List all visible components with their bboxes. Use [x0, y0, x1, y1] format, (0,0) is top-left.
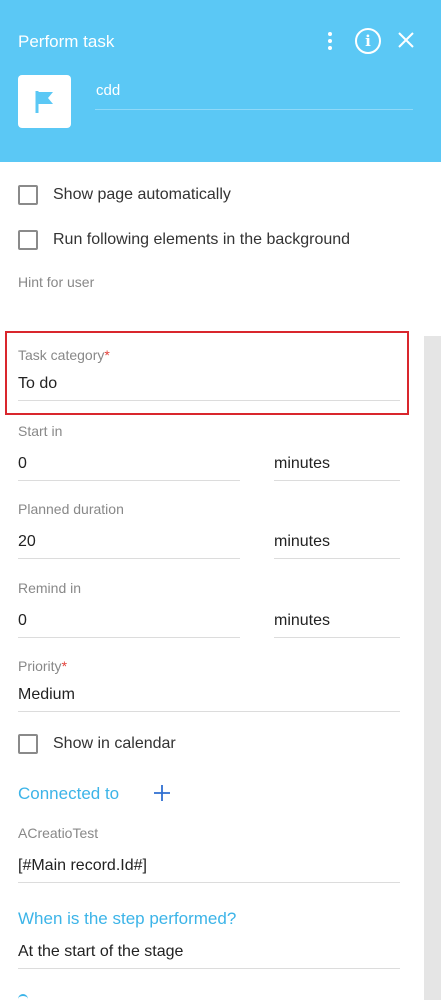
- scrollbar[interactable]: [424, 336, 441, 1000]
- required-mark: *: [61, 658, 68, 674]
- task-category-underline: [18, 400, 400, 401]
- task-category-label: Task category*: [18, 347, 110, 363]
- show-page-auto-checkbox[interactable]: [18, 185, 38, 205]
- priority-label-text: Priority: [18, 658, 62, 674]
- step-performed-heading: When is the step performed?: [18, 909, 237, 928]
- connected-to-heading[interactable]: Connected to: [18, 784, 119, 804]
- show-in-calendar-label: Show in calendar: [53, 735, 176, 752]
- run-background-label: Run following elements in the background: [53, 231, 351, 248]
- connected-field-value[interactable]: [#Main record.Id#]: [18, 857, 147, 875]
- task-category-highlight: [5, 331, 409, 415]
- start-in-label: Start in: [18, 423, 63, 439]
- remind-in-unit-underline: [274, 637, 400, 638]
- task-category-value[interactable]: To do: [18, 375, 57, 393]
- connected-field-underline: [18, 882, 400, 883]
- show-in-calendar-checkbox[interactable]: [18, 734, 38, 754]
- add-connection-icon[interactable]: [152, 783, 172, 803]
- priority-underline: [18, 711, 400, 712]
- more-menu-icon[interactable]: [320, 28, 340, 54]
- planned-duration-underline: [18, 558, 240, 559]
- priority-label: Priority*: [18, 658, 67, 674]
- remind-in-label: Remind in: [18, 580, 82, 596]
- start-in-unit[interactable]: minutes: [274, 455, 330, 473]
- step-performed-underline: [18, 968, 400, 969]
- page-title: Perform task: [18, 32, 115, 51]
- planned-duration-unit[interactable]: minutes: [274, 533, 330, 551]
- step-performed-value[interactable]: At the start of the stage: [18, 943, 183, 961]
- run-background-option[interactable]: Run following elements in the background: [18, 230, 350, 250]
- start-in-unit-underline: [274, 480, 400, 481]
- header-panel: Perform task i cdd: [0, 0, 441, 162]
- task-name-field[interactable]: cdd: [95, 82, 413, 110]
- start-in-input[interactable]: 0: [18, 455, 27, 473]
- remind-in-input[interactable]: 0: [18, 612, 27, 630]
- show-page-auto-label: Show page automatically: [53, 186, 231, 203]
- next-heading-fragment: [18, 994, 28, 1000]
- hint-input[interactable]: [18, 314, 400, 315]
- priority-value[interactable]: Medium: [18, 686, 75, 704]
- planned-duration-unit-underline: [274, 558, 400, 559]
- required-mark: *: [104, 347, 110, 363]
- remind-in-underline: [18, 637, 240, 638]
- info-icon[interactable]: i: [355, 28, 381, 54]
- start-in-underline: [18, 480, 240, 481]
- flag-icon: [18, 75, 71, 128]
- hint-label: Hint for user: [18, 274, 95, 290]
- planned-duration-input[interactable]: 20: [18, 533, 36, 551]
- remind-in-unit[interactable]: minutes: [274, 612, 330, 630]
- show-in-calendar-option[interactable]: Show in calendar: [18, 734, 176, 754]
- close-icon[interactable]: [394, 28, 418, 54]
- connected-field-label: ACreatioTest: [18, 825, 99, 841]
- planned-duration-label: Planned duration: [18, 501, 124, 517]
- run-background-checkbox[interactable]: [18, 230, 38, 250]
- show-page-auto-option[interactable]: Show page automatically: [18, 185, 231, 205]
- task-category-label-text: Task category: [18, 347, 105, 363]
